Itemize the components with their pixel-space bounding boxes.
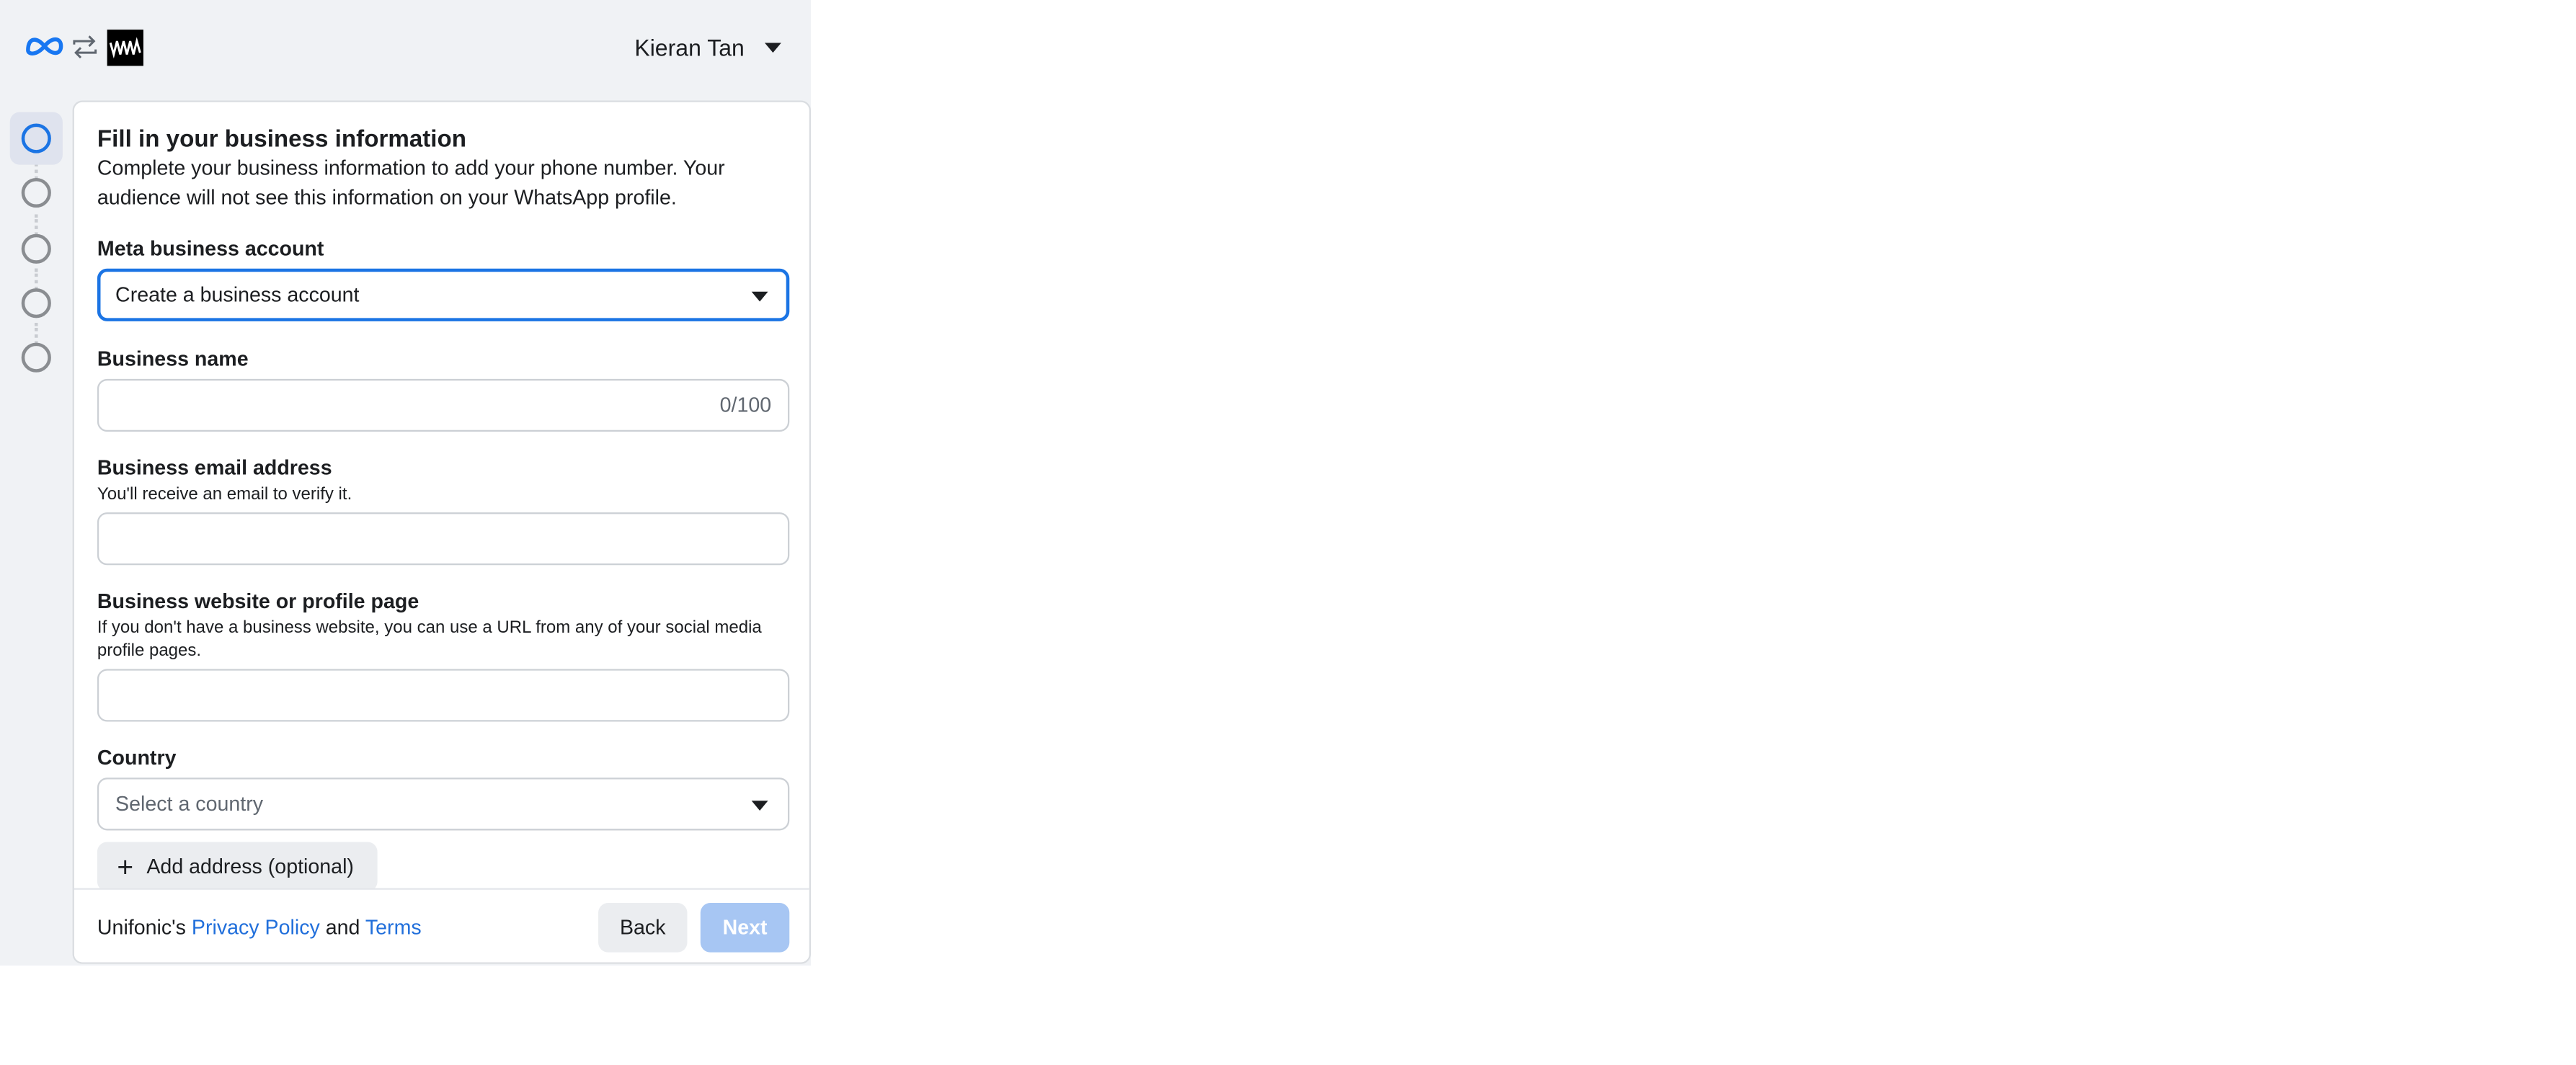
step-circle-icon: [21, 342, 51, 373]
add-address-label: Add address (optional): [146, 855, 354, 878]
add-address-button[interactable]: + Add address (optional): [97, 842, 377, 892]
unifonic-logo-icon: [107, 30, 143, 66]
card-footer: Unifonic's Privacy Policy and Terms Back…: [74, 888, 809, 963]
chevron-down-icon: [764, 43, 781, 53]
step-circle-icon: [21, 233, 51, 264]
website-input[interactable]: [97, 669, 790, 722]
country-label: Country: [97, 746, 177, 770]
meta-account-label: Meta business account: [97, 237, 324, 261]
step-3: [10, 223, 63, 275]
step-4: [10, 277, 63, 329]
swap-arrows-icon: [73, 35, 97, 59]
meta-account-select[interactable]: Create a business account: [97, 268, 790, 321]
legal-conjunction: and: [325, 916, 360, 940]
meta-account-value: Create a business account: [115, 283, 360, 307]
character-counter: 0/100: [719, 393, 772, 417]
chevron-down-icon: [751, 291, 768, 302]
form-description: Complete your business information to ad…: [97, 156, 725, 209]
country-placeholder: Select a country: [115, 792, 264, 816]
step-circle-icon: [21, 177, 51, 208]
business-email-helper: You'll receive an email to verify it.: [97, 484, 352, 504]
country-select[interactable]: Select a country: [97, 777, 790, 831]
business-name-label: Business name: [97, 347, 249, 371]
business-email-label: Business email address: [97, 456, 332, 480]
privacy-policy-link[interactable]: Privacy Policy: [192, 916, 320, 939]
website-label: Business website or profile page: [97, 589, 419, 613]
app-root: Kieran Tan Fill in your business informa…: [0, 0, 2576, 1064]
signup-panel: Kieran Tan Fill in your business informa…: [0, 0, 812, 966]
business-info-card: Fill in your business information Comple…: [72, 100, 812, 964]
business-email-input[interactable]: [97, 512, 790, 566]
top-bar: Kieran Tan: [0, 0, 811, 99]
step-1-current: [9, 112, 63, 165]
chevron-down-icon: [751, 801, 768, 811]
next-button[interactable]: Next: [700, 903, 790, 953]
user-menu[interactable]: Kieran Tan: [634, 30, 781, 66]
terms-link[interactable]: Terms: [365, 916, 422, 939]
user-name: Kieran Tan: [634, 35, 745, 61]
meta-logo-icon: [26, 37, 63, 55]
business-name-input[interactable]: 0/100: [97, 378, 790, 432]
step-2: [10, 166, 63, 219]
back-button[interactable]: Back: [598, 903, 688, 953]
step-circle-icon: [21, 288, 51, 318]
legal-text: Unifonic's Privacy Policy and Terms: [97, 890, 422, 963]
form-title: Fill in your business information: [97, 127, 467, 153]
step-5: [10, 331, 63, 384]
website-helper: If you don't have a business website, yo…: [97, 618, 762, 661]
step-circle-icon: [21, 123, 51, 153]
plus-icon: +: [117, 851, 134, 883]
legal-prefix: Unifonic's: [97, 916, 186, 940]
